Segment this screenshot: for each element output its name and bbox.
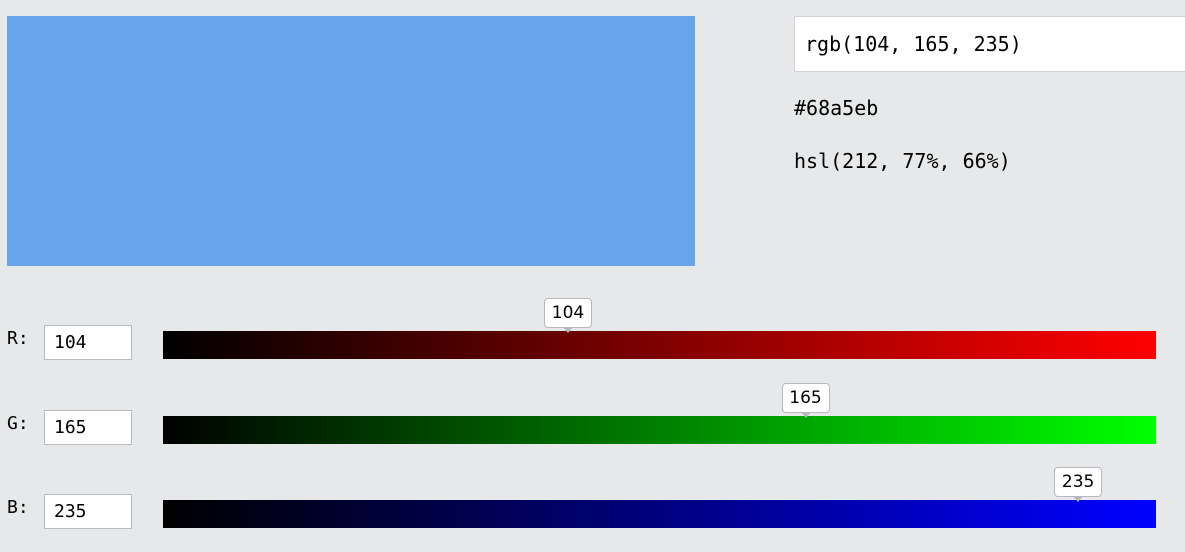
red-value-input[interactable]: [44, 325, 132, 360]
green-channel-row: G: 165: [0, 383, 1185, 445]
hsl-value: hsl(212, 77%, 66%): [794, 149, 1011, 173]
green-value-input[interactable]: [44, 410, 132, 445]
hex-value: #68a5eb: [794, 96, 879, 120]
green-label: G:: [7, 413, 29, 434]
blue-slider-handle-tooltip[interactable]: 235: [1054, 467, 1103, 502]
blue-channel-row: B: 235: [0, 467, 1185, 529]
blue-label: B:: [7, 497, 29, 518]
red-slider-handle-tooltip[interactable]: 104: [543, 298, 592, 333]
red-slider-track[interactable]: [163, 331, 1156, 359]
green-slider-handle-tooltip[interactable]: 165: [781, 383, 830, 418]
red-channel-row: R: 104: [0, 298, 1185, 360]
color-swatch: [7, 16, 695, 266]
red-label: R:: [7, 328, 29, 349]
blue-value-input[interactable]: [44, 494, 132, 529]
rgb-output-field[interactable]: [794, 16, 1185, 72]
blue-slider-track[interactable]: [163, 500, 1156, 528]
green-slider-track[interactable]: [163, 416, 1156, 444]
